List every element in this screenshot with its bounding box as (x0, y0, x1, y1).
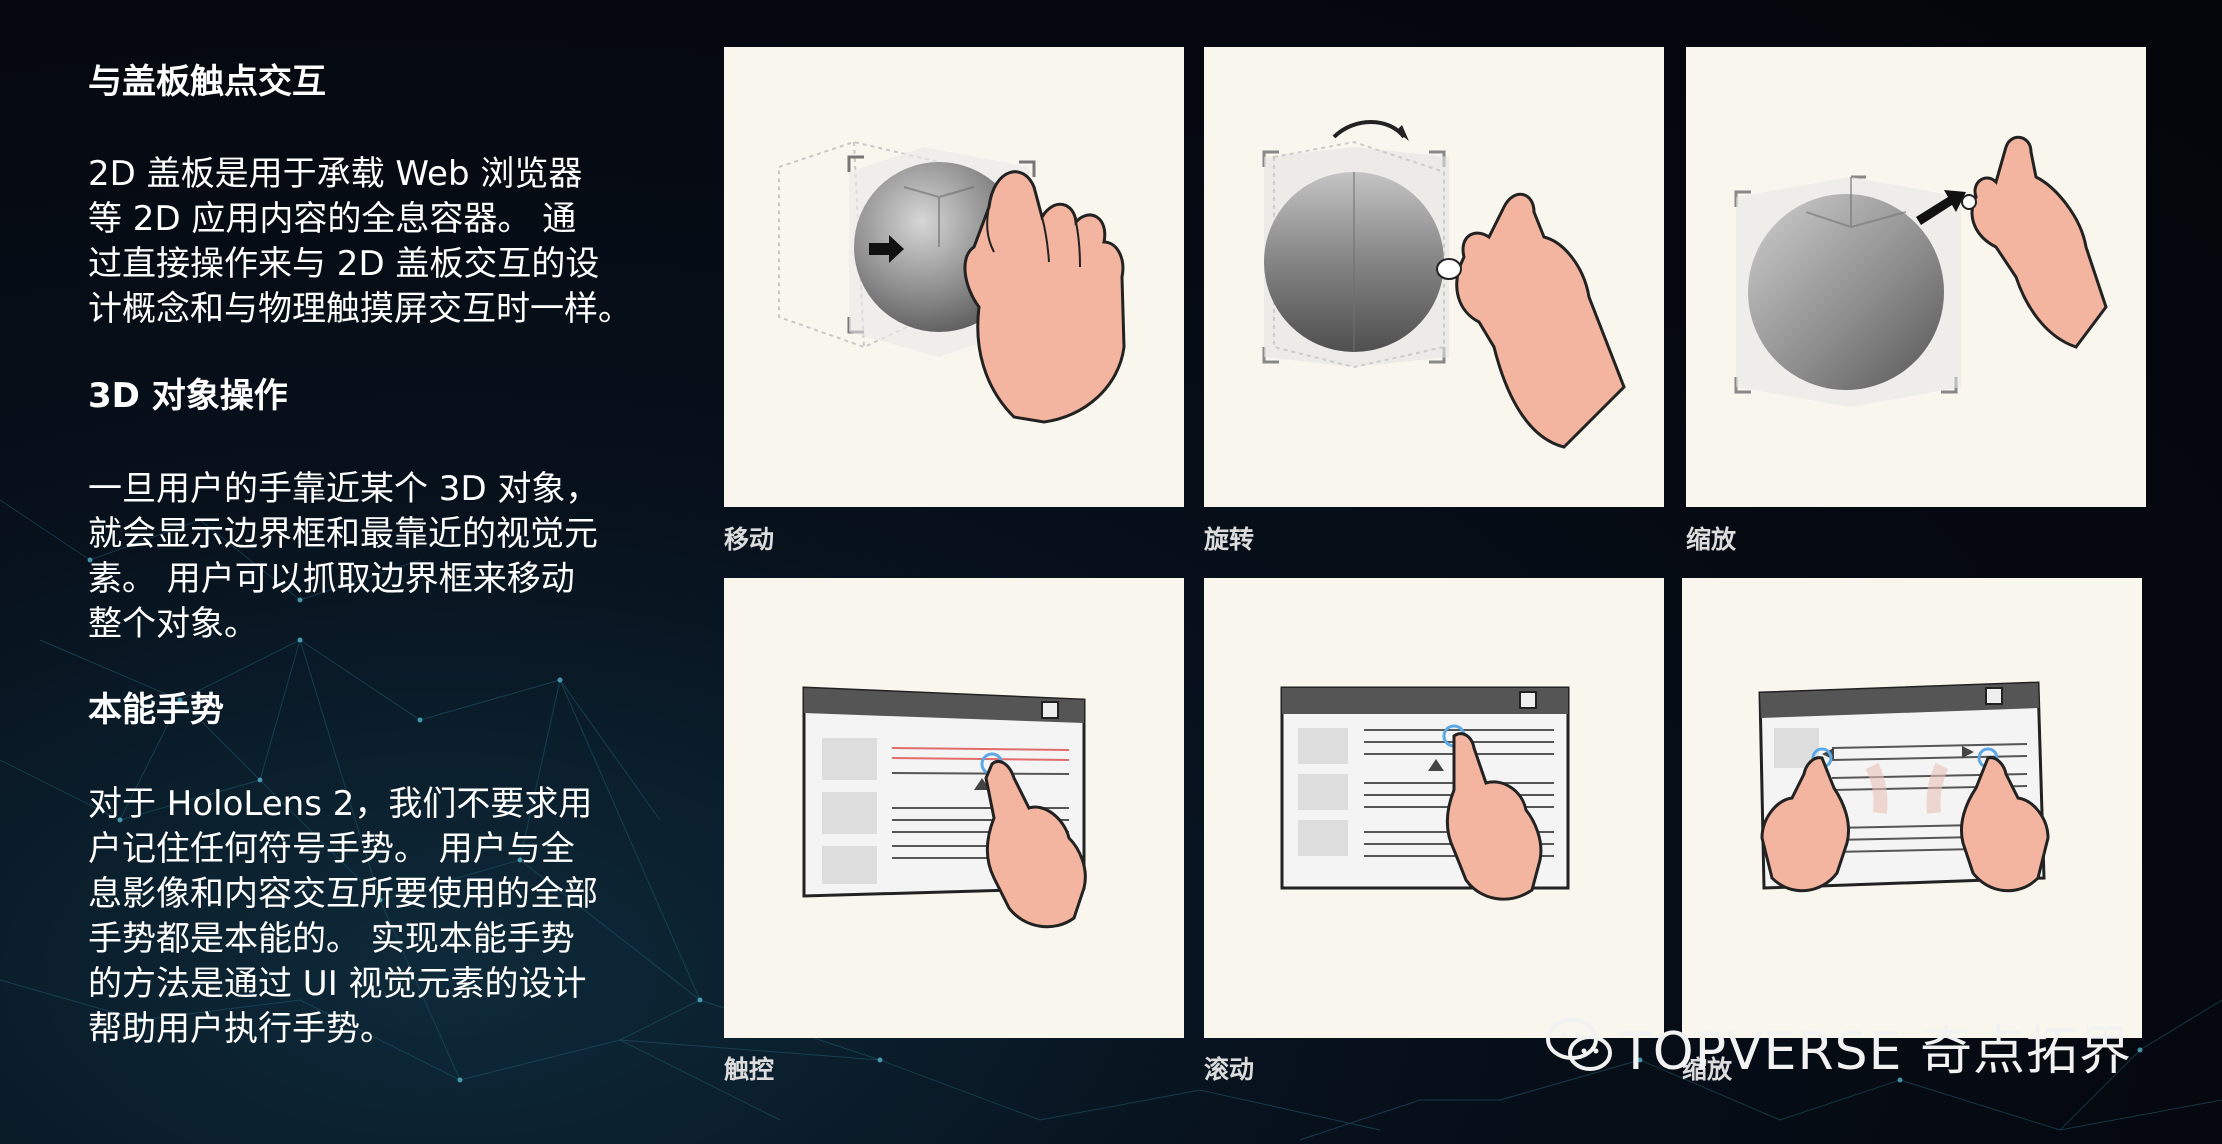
illustration-touch (724, 578, 1184, 1038)
body-line: 就会显示边界框和最靠近的视觉元 (88, 514, 598, 554)
caption-rotate: 旋转 (1204, 525, 1255, 554)
wechat-icon (1546, 1018, 1612, 1071)
body-line: 的方法是通过 UI 视觉元素的设计 (88, 964, 587, 1004)
scale-gesture-illustration (1734, 136, 2108, 407)
section-body-3d-manipulation: 一旦用户的手靠近某个 3D 对象， 就会显示边界框和最靠近的视觉元 素。 用户可… (88, 467, 688, 647)
scroll-gesture-illustration (1280, 686, 1570, 901)
zoom-gesture-illustration (1758, 681, 2050, 893)
body-line: 帮助用户执行手势。 (88, 1009, 394, 1049)
body-line: 计概念和与物理触摸屏交互时一样。 (88, 289, 632, 329)
caption-scroll: 滚动 (1204, 1055, 1255, 1084)
body-line: 过直接操作来与 2D 盖板交互的设 (88, 244, 600, 284)
body-line: 手势都是本能的。 实现本能手势 (88, 919, 575, 959)
watermark: TOPVERSE 奇点拓界 (1546, 1008, 2132, 1084)
watermark-text: TOPVERSE 奇点拓界 (1620, 1021, 2133, 1082)
illustration-zoom-2d (1682, 578, 2142, 1038)
caption-scale: 缩放 (1686, 525, 1737, 554)
section-heading-instinctual-gestures: 本能手势 (88, 690, 224, 730)
section-heading-panel-interaction: 与盖板触点交互 (88, 62, 326, 102)
body-line: 素。 用户可以抓取边界框来移动 (88, 559, 575, 599)
section-body-panel-interaction: 2D 盖板是用于承载 Web 浏览器 等 2D 应用内容的全息容器。 通 过直接… (88, 152, 688, 332)
body-line: 户记住任何符号手势。 用户与全 (88, 829, 575, 869)
illustration-move (724, 47, 1184, 507)
body-line: 对于 HoloLens 2，我们不要求用 (88, 784, 593, 824)
body-line: 2D 盖板是用于承载 Web 浏览器 (88, 154, 583, 194)
illustration-scroll (1204, 578, 1664, 1038)
body-line: 息影像和内容交互所要使用的全部 (88, 874, 598, 914)
body-line: 一旦用户的手靠近某个 3D 对象， (88, 469, 600, 509)
caption-move: 移动 (724, 525, 775, 554)
illustration-rotate (1204, 47, 1664, 507)
section-body-instinctual-gestures: 对于 HoloLens 2，我们不要求用 户记住任何符号手势。 用户与全 息影像… (88, 782, 688, 1052)
illustration-scale-3d (1686, 47, 2146, 507)
body-line: 整个对象。 (88, 604, 258, 644)
caption-touch: 触控 (724, 1055, 775, 1084)
rotate-gesture-illustration (1262, 120, 1626, 449)
body-line: 等 2D 应用内容的全息容器。 通 (88, 199, 577, 239)
section-heading-3d-manipulation: 3D 对象操作 (88, 376, 288, 416)
move-gesture-illustration (778, 140, 1126, 424)
touch-gesture-illustration (802, 686, 1087, 929)
